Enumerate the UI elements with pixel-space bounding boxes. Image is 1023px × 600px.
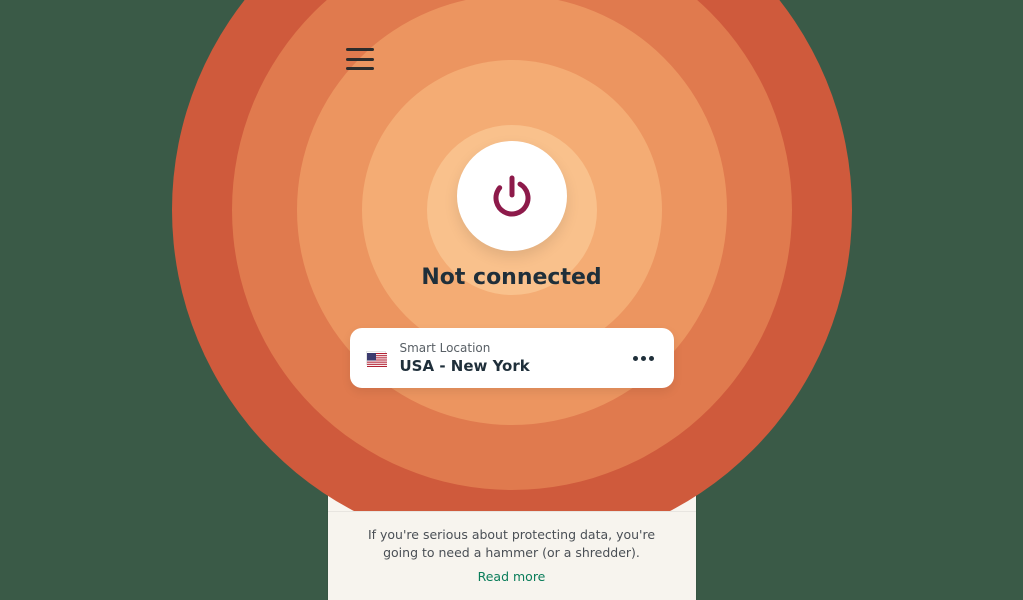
hamburger-icon[interactable]	[346, 48, 374, 70]
usa-flag-icon	[366, 351, 386, 365]
more-horizontal-icon[interactable]	[630, 346, 658, 370]
location-name: USA - New York	[400, 357, 630, 377]
location-label: Smart Location	[400, 340, 630, 357]
footer-tip-text: If you're serious about protecting data,…	[368, 527, 655, 560]
location-card[interactable]: Smart Location USA - New York	[350, 328, 674, 388]
connect-button[interactable]	[457, 141, 567, 251]
app-window: ExpressVPN	[328, 0, 696, 600]
power-icon	[487, 171, 537, 221]
read-more-link[interactable]: Read more	[356, 568, 668, 586]
footer-tip: If you're serious about protecting data,…	[328, 511, 696, 600]
connection-status: Not connected	[421, 265, 601, 290]
main-content: Not connected Smart Location USA - New Y…	[328, 196, 696, 600]
location-text: Smart Location USA - New York	[400, 340, 630, 376]
